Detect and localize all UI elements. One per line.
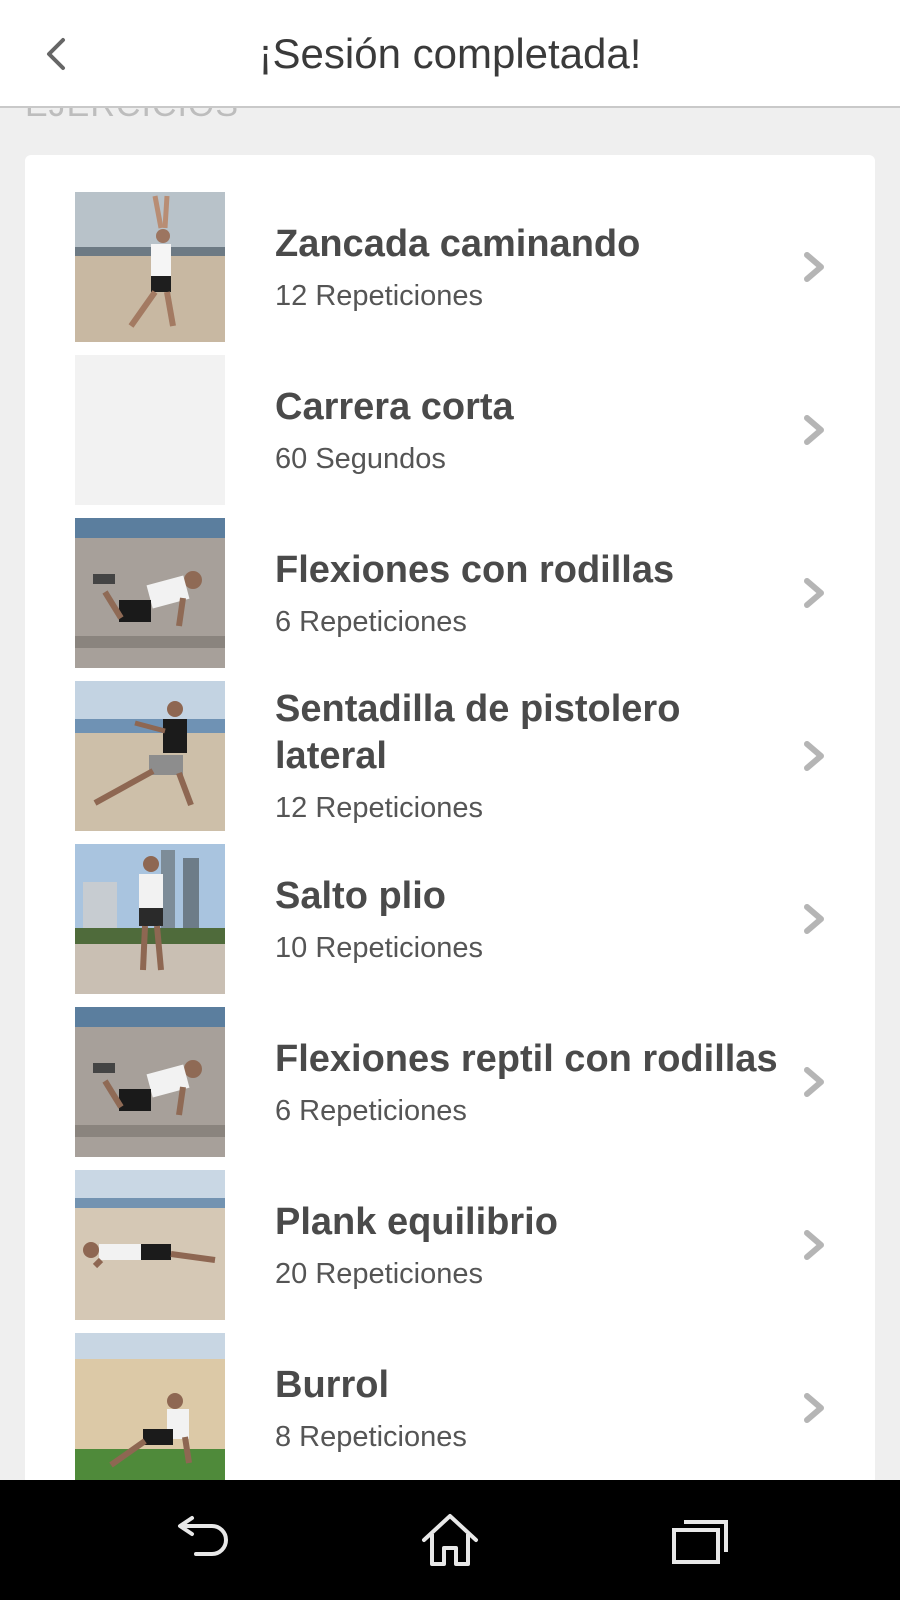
- exercise-thumbnail: [75, 1007, 225, 1157]
- list-item[interactable]: Burrol 8 Repeticiones: [25, 1333, 875, 1485]
- exercise-name: Flexiones con rodillas: [275, 548, 675, 591]
- list-item[interactable]: Flexiones reptil con rodillas 6 Repetici…: [25, 1007, 875, 1170]
- exercise-thumbnail: [75, 844, 225, 994]
- exercise-detail: 10 Repeticiones: [275, 931, 483, 964]
- exercise-name: Zancada caminando: [275, 222, 641, 265]
- page-title: ¡Sesión completada!: [258, 30, 642, 77]
- chevron-right-icon: [795, 247, 835, 287]
- chevron-right-icon: [795, 899, 835, 939]
- exercise-text: Sentadilla de pistolero lateral 12 Repet…: [275, 681, 795, 831]
- exercise-detail: 20 Repeticiones: [275, 1257, 483, 1290]
- exercise-detail: 6 Repeticiones: [275, 1094, 467, 1127]
- nav-recents-button[interactable]: [660, 1508, 740, 1572]
- exercise-detail: 12 Repeticiones: [275, 279, 483, 312]
- chevron-right-icon: [795, 410, 835, 450]
- list-item[interactable]: Carrera corta 60 Segundos: [25, 355, 875, 518]
- exercise-name: Plank equilibrio: [275, 1200, 558, 1243]
- chevron-right-icon: [795, 1388, 835, 1428]
- list-item[interactable]: Salto plio 10 Repeticiones: [25, 844, 875, 1007]
- home-icon: [422, 1514, 478, 1566]
- knee-pushup-image: [75, 518, 225, 668]
- exercise-name: Flexiones reptil con rodillas: [275, 1037, 778, 1080]
- empty-image: [75, 355, 225, 505]
- exercise-text: Salto plio 10 Repeticiones: [275, 844, 795, 994]
- list-item[interactable]: Flexiones con rodillas 6 Repeticiones: [25, 518, 875, 681]
- exercise-thumbnail: [75, 192, 225, 342]
- nav-home-button[interactable]: [410, 1508, 490, 1572]
- exercise-name: Burrol: [275, 1363, 389, 1406]
- list-item[interactable]: Plank equilibrio 20 Repeticiones: [25, 1170, 875, 1333]
- plank-image: [75, 1170, 225, 1320]
- exercise-thumbnail: [75, 355, 225, 505]
- list-item[interactable]: Zancada caminando 12 Repeticiones: [25, 192, 875, 355]
- plyo-jump-image: [75, 844, 225, 994]
- exercise-text: Plank equilibrio 20 Repeticiones: [275, 1170, 795, 1320]
- exercise-detail: 6 Repeticiones: [275, 605, 467, 638]
- exercise-detail: 60 Segundos: [275, 442, 446, 475]
- chevron-right-icon: [795, 736, 835, 776]
- exercise-text: Flexiones con rodillas 6 Repeticiones: [275, 518, 795, 668]
- exercise-name: Salto plio: [275, 874, 446, 917]
- chevron-right-icon: [795, 1062, 835, 1102]
- list-item[interactable]: Sentadilla de pistolero lateral 12 Repet…: [25, 681, 875, 844]
- exercise-text: Flexiones reptil con rodillas 6 Repetici…: [275, 1007, 795, 1157]
- exercise-text: Carrera corta 60 Segundos: [275, 355, 795, 505]
- back-arrow-icon: [178, 1516, 228, 1556]
- system-nav-bar: [0, 1480, 900, 1600]
- reptile-pushup-image: [75, 1007, 225, 1157]
- exercise-detail: 12 Repeticiones: [275, 792, 483, 824]
- exercise-thumbnail: [75, 518, 225, 668]
- exercise-text: Zancada caminando 12 Repeticiones: [275, 192, 795, 342]
- walking-lunge-image: [75, 192, 225, 342]
- exercise-thumbnail: [75, 681, 225, 831]
- recent-apps-icon: [672, 1520, 728, 1564]
- chevron-right-icon: [795, 1225, 835, 1265]
- exercise-list-card: Zancada caminando 12 Repeticiones Carrer…: [25, 155, 875, 1485]
- app-bar: ¡Sesión completada!: [0, 0, 900, 108]
- exercise-name: Sentadilla de pistolero lateral: [275, 688, 681, 777]
- exercise-name: Carrera corta: [275, 385, 514, 428]
- exercise-thumbnail: [75, 1333, 225, 1483]
- exercise-thumbnail: [75, 1170, 225, 1320]
- exercise-detail: 8 Repeticiones: [275, 1420, 467, 1453]
- chevron-right-icon: [795, 573, 835, 613]
- exercise-text: Burrol 8 Repeticiones: [275, 1333, 795, 1483]
- nav-back-button[interactable]: [160, 1508, 240, 1572]
- burrol-image: [75, 1333, 225, 1483]
- side-squat-image: [75, 681, 225, 831]
